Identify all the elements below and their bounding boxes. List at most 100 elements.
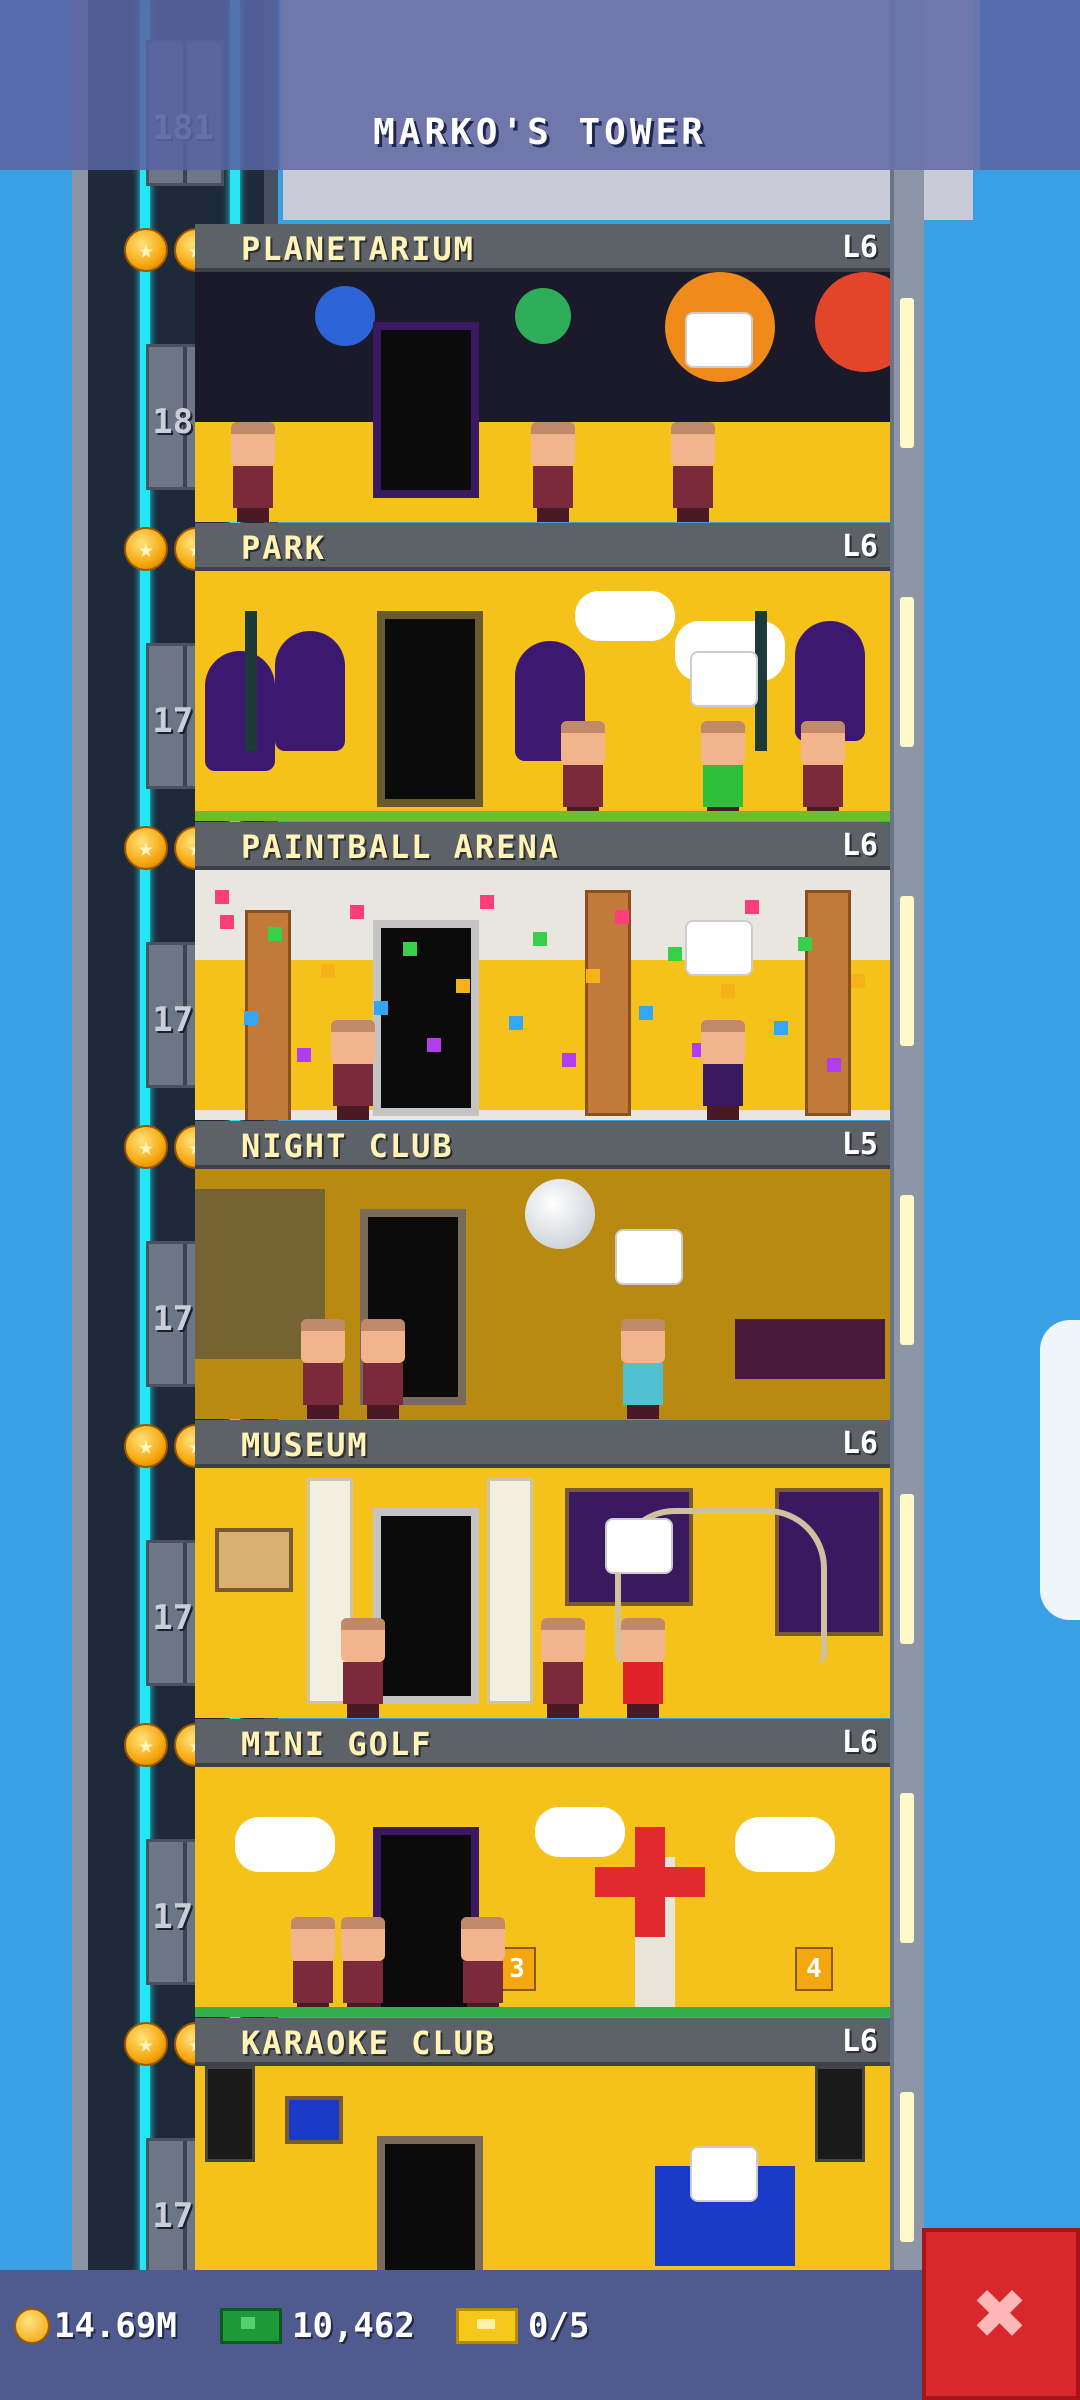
floor-level: L6 xyxy=(841,828,878,863)
floor-room[interactable] xyxy=(195,1468,890,1718)
bottom-bar: 14.69M 10,462 0/5 xyxy=(0,2270,1080,2400)
window-light xyxy=(900,298,914,448)
floor-name: KARAOKE CLUB xyxy=(241,2024,497,2062)
header-bar: MARKO'S TOWER xyxy=(0,0,1080,170)
paint-splat xyxy=(297,1048,311,1062)
floor-name: NIGHT CLUB xyxy=(241,1127,454,1165)
floor-room[interactable] xyxy=(195,571,890,821)
bitizen[interactable] xyxy=(335,1618,391,1718)
floor-level: L6 xyxy=(841,2024,878,2059)
floor-header: MINI GOLF L6 xyxy=(195,1719,890,1767)
star-icon: ★ xyxy=(124,1125,168,1169)
paint-splat xyxy=(244,1011,258,1025)
bitizen[interactable] xyxy=(285,1917,341,2017)
floor-name: MINI GOLF xyxy=(241,1725,433,1763)
floor-level: L6 xyxy=(841,529,878,564)
paint-splat xyxy=(639,1006,653,1020)
pillar-wood xyxy=(805,890,851,1116)
floor-header: NIGHT CLUB L5 xyxy=(195,1121,890,1169)
paint-splat xyxy=(533,932,547,946)
floor-night-club[interactable]: NIGHT CLUB L5 xyxy=(195,1121,890,1419)
floor-header: PLANETARIUM L6 xyxy=(195,224,890,272)
floor-room[interactable] xyxy=(195,272,890,522)
paint-splat xyxy=(721,984,735,998)
close-button[interactable]: ✖ xyxy=(922,2228,1080,2400)
bitizen[interactable] xyxy=(355,1319,411,1419)
coins-value: 14.69M xyxy=(54,2306,177,2346)
bitizen[interactable] xyxy=(295,1319,351,1419)
paint-splat xyxy=(480,895,494,909)
bitizen[interactable] xyxy=(525,422,581,522)
room-door xyxy=(373,322,479,498)
bux-value: 10,462 xyxy=(292,2306,415,2346)
bux-icon xyxy=(220,2308,282,2344)
floor-header: PAINTBALL ARENA L6 xyxy=(195,822,890,870)
cloud xyxy=(735,1817,835,1872)
cloud xyxy=(535,1807,625,1857)
tower-title: MARKO'S TOWER xyxy=(373,112,707,153)
bitizen[interactable] xyxy=(615,1319,671,1419)
floor-planetarium[interactable]: PLANETARIUM L6 xyxy=(195,224,890,522)
painting xyxy=(215,1528,293,1592)
paint-splat xyxy=(456,979,470,993)
paint-splat xyxy=(827,1058,841,1072)
coin-icon xyxy=(14,2308,50,2344)
bitizen[interactable] xyxy=(225,422,281,522)
floor-paintball-arena[interactable]: PAINTBALL ARENA L6 xyxy=(195,822,890,1120)
floor-header: MUSEUM L6 xyxy=(195,1420,890,1468)
planet-red xyxy=(815,272,890,372)
bitizen[interactable] xyxy=(695,1020,751,1120)
bitizen[interactable] xyxy=(535,1618,591,1718)
tickets-value: 0/5 xyxy=(528,2306,590,2346)
floor-park[interactable]: PARK L6 xyxy=(195,523,890,821)
wall-yellow xyxy=(195,960,890,1110)
star-icon: ★ xyxy=(124,1723,168,1767)
paint-splat xyxy=(562,1053,576,1067)
floor-level: L6 xyxy=(841,230,878,265)
floor-name: MUSEUM xyxy=(241,1426,369,1464)
floor-room[interactable]: 34 xyxy=(195,1767,890,2017)
star-icon: ★ xyxy=(124,527,168,571)
museum-column xyxy=(487,1478,533,1704)
paint-splat xyxy=(403,942,417,956)
bitizen[interactable] xyxy=(335,1917,391,2017)
tower-left-wall xyxy=(72,0,88,2400)
tree xyxy=(205,651,275,771)
room-door xyxy=(373,920,479,1116)
window-light xyxy=(900,896,914,1046)
bitizen[interactable] xyxy=(795,721,851,821)
cloud xyxy=(575,591,675,641)
cloud xyxy=(235,1817,335,1872)
paint-splat xyxy=(350,905,364,919)
floor-museum[interactable]: MUSEUM L6 xyxy=(195,1420,890,1718)
paint-splat xyxy=(586,969,600,983)
speaker-right xyxy=(815,2066,865,2162)
bitizen[interactable] xyxy=(695,721,751,821)
window-light xyxy=(900,1195,914,1345)
bitizen[interactable] xyxy=(665,422,721,522)
room-door xyxy=(377,611,483,807)
star-icon: ★ xyxy=(124,826,168,870)
paint-splat xyxy=(745,900,759,914)
paint-splat xyxy=(798,937,812,951)
lamp xyxy=(245,611,257,751)
bitizen[interactable] xyxy=(615,1618,671,1718)
star-icon: ★ xyxy=(124,1424,168,1468)
speech-bubble xyxy=(690,651,758,707)
planet-green xyxy=(515,288,571,344)
window-light xyxy=(900,1494,914,1644)
planet-blue xyxy=(315,286,375,346)
bitizen[interactable] xyxy=(455,1917,511,2017)
floor-room[interactable] xyxy=(195,870,890,1120)
windmill-blade xyxy=(635,1827,665,1937)
star-icon: ★ xyxy=(124,228,168,272)
floor-room[interactable] xyxy=(195,1169,890,1419)
floor-name: PLANETARIUM xyxy=(241,230,475,268)
floor-name: PARK xyxy=(241,529,327,567)
paint-splat xyxy=(374,1001,388,1015)
floor-mini-golf[interactable]: MINI GOLF L6 3 4 xyxy=(195,1719,890,2017)
window-light xyxy=(900,2092,914,2242)
floor-level: L6 xyxy=(841,1426,878,1461)
bitizen[interactable] xyxy=(325,1020,381,1120)
bitizen[interactable] xyxy=(555,721,611,821)
